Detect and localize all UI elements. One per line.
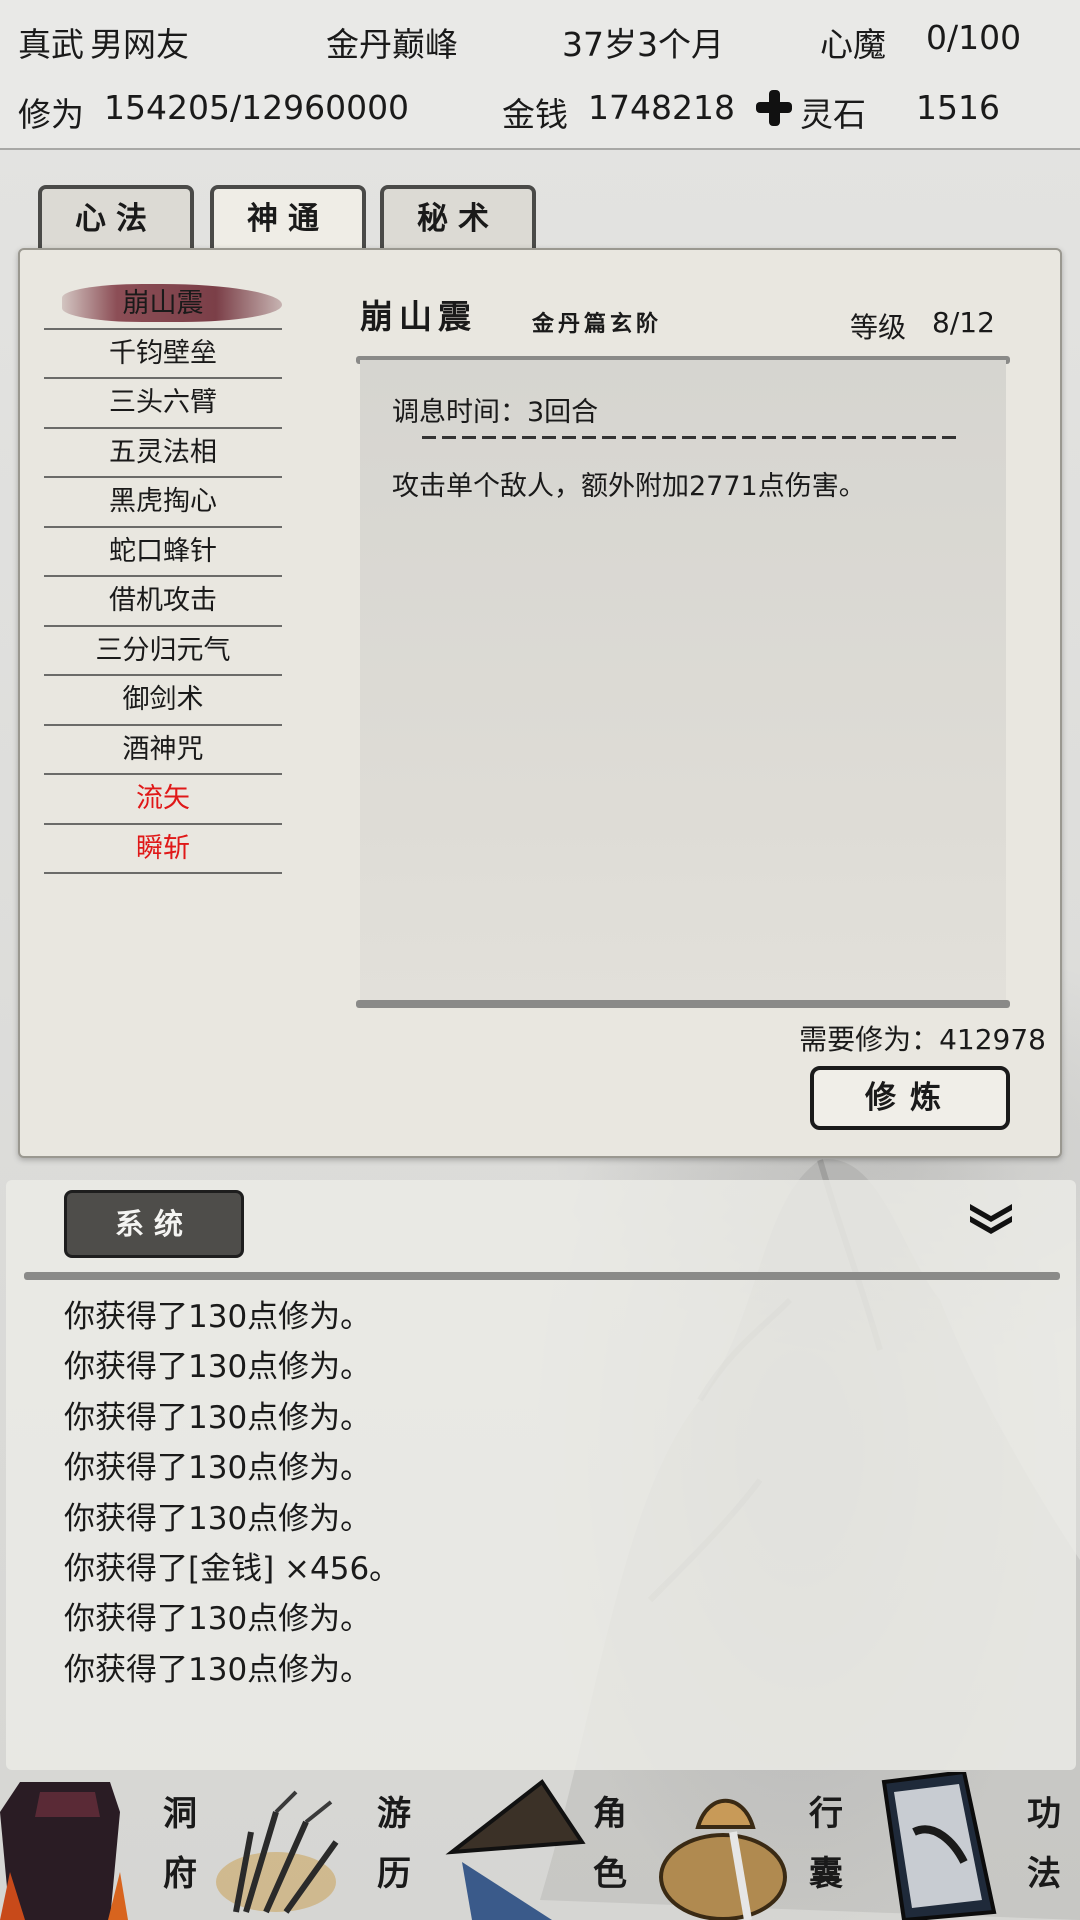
log-line: 你获得了130点修为。: [64, 1500, 372, 1537]
skill-item[interactable]: 瞬斩: [44, 825, 282, 874]
cultivation-label: 修为: [18, 95, 84, 134]
skill-item-label: 三分归元气: [95, 634, 231, 666]
tab-shentong[interactable]: 神通: [210, 185, 366, 251]
skill-item[interactable]: 三分归元气: [44, 627, 282, 676]
skill-item-label: 御剑术: [122, 684, 204, 715]
nav-travel[interactable]: 游历: [216, 1772, 432, 1920]
skill-item[interactable]: 三头六臂: [44, 379, 282, 429]
skill-item-label: 借机攻击: [109, 585, 217, 616]
demon-label: 心魔: [820, 25, 886, 64]
nav-travel-label: 游历: [377, 1794, 411, 1894]
desc-bottom-divider: [356, 1000, 1010, 1008]
money-label: 金钱: [502, 95, 568, 134]
skill-description: 攻击单个敌人，额外附加2771点伤害。: [392, 471, 866, 502]
player-name: 真武: [18, 25, 84, 64]
skill-item-label: 黑虎掏心: [109, 486, 217, 517]
log-line: 你获得了130点修为。: [64, 1299, 372, 1335]
nav-cave-label: 洞府: [163, 1794, 197, 1894]
skill-item-label: 千钧壁垒: [109, 337, 217, 369]
nav-bag-label: 行囊: [809, 1794, 843, 1894]
status-header: 真武 男网友 金丹巅峰 37岁3个月 心魔 0/100 修为 154205/12…: [0, 0, 1080, 150]
log-divider: [24, 1272, 1060, 1280]
demon-value: 0/100: [926, 18, 1022, 57]
skill-item[interactable]: 千钧壁垒: [44, 330, 282, 379]
skill-item-label: 五灵法相: [109, 436, 217, 468]
level-label: 等级: [850, 311, 907, 344]
system-log-panel: 系统 你获得了130点修为。 你获得了130点修为。 你获得了130点修为。 你获得了…: [6, 1180, 1076, 1770]
train-button[interactable]: 修炼: [810, 1066, 1010, 1130]
skill-item-label: 崩山震: [122, 288, 204, 319]
skill-panel: 崩山震千钧壁垒三头六臂五灵法相黑虎掏心蛇口蜂针借机攻击三分归元气御剑术酒神咒流矢…: [18, 248, 1062, 1158]
skill-item-label: 酒神咒: [122, 733, 204, 765]
tab-system-log[interactable]: 系统: [64, 1190, 244, 1258]
skill-item-label: 瞬斩: [136, 832, 190, 864]
nav-bag[interactable]: 行囊: [648, 1772, 864, 1920]
skill-cooldown: 调息时间：3回合: [392, 397, 599, 428]
level-value: 8/12: [932, 306, 995, 339]
bag-icon: [659, 1798, 787, 1920]
cave-banner-icon: [0, 1782, 128, 1920]
money-value: 1748218: [588, 88, 735, 127]
log-line: 你获得了130点修为。: [64, 1349, 372, 1386]
skill-item[interactable]: 崩山震: [44, 280, 282, 330]
skill-title: 崩山震: [360, 297, 477, 336]
log-lines: 你获得了130点修为。 你获得了130点修为。 你获得了130点修为。 你获得了130…: [64, 1292, 400, 1695]
skill-description-box: [360, 360, 1006, 1006]
dashed-divider: [422, 436, 962, 439]
cultivation-value: 154205/12960000: [104, 88, 410, 127]
required-cultivation: 需要修为：412978: [799, 1023, 1046, 1056]
log-line: 你获得了130点修为。: [64, 1651, 372, 1688]
bottom-nav: 洞府 游历 角色 行囊 功法: [0, 1772, 1080, 1920]
skill-item[interactable]: 蛇口蜂针: [44, 528, 282, 577]
player-age: 37岁3个月: [562, 25, 724, 64]
log-line: 你获得了130点修为。: [64, 1450, 372, 1487]
log-line: 你获得了130点修为。: [64, 1601, 372, 1638]
scroll-book-icon: [881, 1772, 997, 1920]
chevron-double-down-icon[interactable]: [966, 1200, 1016, 1236]
skill-item[interactable]: 酒神咒: [44, 726, 282, 775]
skill-subtitle: 金丹篇玄阶: [532, 311, 663, 337]
straw-hat-icon: [445, 1779, 586, 1920]
skill-item-label: 蛇口蜂针: [109, 535, 217, 567]
skill-item[interactable]: 流矢: [44, 775, 282, 825]
tab-mishu[interactable]: 秘术: [380, 185, 536, 251]
skill-item[interactable]: 御剑术: [44, 676, 282, 726]
skill-item[interactable]: 借机攻击: [44, 577, 282, 627]
nav-skills-label: 功法: [1027, 1794, 1061, 1894]
skill-list: 崩山震千钧壁垒三头六臂五灵法相黑虎掏心蛇口蜂针借机攻击三分归元气御剑术酒神咒流矢…: [44, 280, 282, 874]
nav-character[interactable]: 角色: [432, 1772, 648, 1920]
nav-cave[interactable]: 洞府: [0, 1772, 216, 1920]
log-line: 你获得了130点修为。: [64, 1399, 372, 1436]
log-line: 你获得了[金钱] ×456。: [64, 1550, 401, 1587]
stone-value: 1516: [916, 88, 1000, 127]
stone-label: 灵石: [800, 95, 866, 134]
skill-item[interactable]: 黑虎掏心: [44, 478, 282, 528]
spirit-stone-icon: [756, 90, 792, 129]
nav-skills[interactable]: 功法: [864, 1772, 1080, 1920]
player-gender: 男网友: [90, 25, 189, 64]
tab-xinfa[interactable]: 心法: [38, 185, 194, 251]
player-realm: 金丹巅峰: [326, 25, 458, 64]
skill-item[interactable]: 五灵法相: [44, 429, 282, 478]
nav-character-label: 角色: [593, 1794, 627, 1894]
reeds-icon: [216, 1790, 339, 1914]
skill-item-label: 流矢: [136, 783, 190, 814]
skill-item-label: 三头六臂: [109, 387, 217, 418]
